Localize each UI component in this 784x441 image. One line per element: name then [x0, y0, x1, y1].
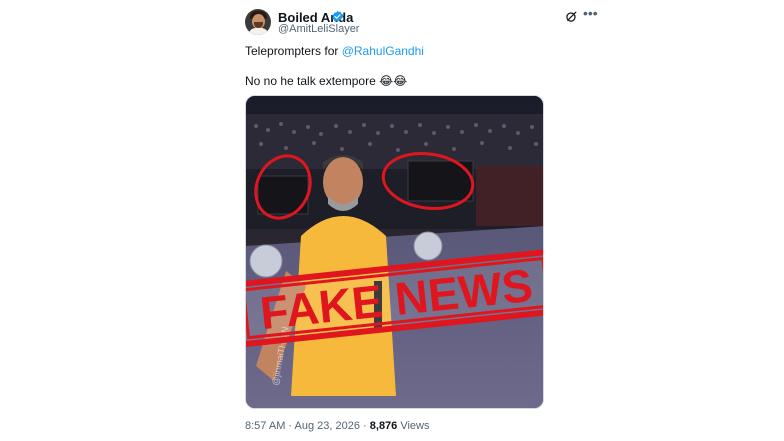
footer-separator: · [285, 420, 295, 432]
mention-link[interactable]: @RahulGandhi [342, 44, 424, 58]
views-count: 8,876 [369, 420, 398, 432]
tweet-footer: 8:57 AM · Aug 23, 2026 · 8,876 Views [245, 420, 430, 433]
views-label: Views [397, 420, 430, 432]
tweet-card: Boiled Anda @AmitLeliSlayer ••• Teleprom… [0, 0, 784, 441]
grok-icon[interactable] [565, 10, 578, 23]
verified-badge-icon [332, 10, 343, 23]
tweet-text-line-2: No no he talk extempore 😂😂 [245, 74, 408, 88]
author-handle[interactable]: @AmitLeliSlayer [278, 23, 359, 36]
tweet-date[interactable]: Aug 23, 2026 [295, 420, 360, 432]
media-illustration: @jinmaiTHAIN FAKE NEWS [246, 96, 543, 408]
tweet-time[interactable]: 8:57 AM [245, 420, 285, 432]
more-options-icon[interactable]: ••• [583, 6, 598, 22]
tweet-text-prefix: Teleprompters for [245, 44, 342, 58]
tweet-text-line-1: Teleprompters for @RahulGandhi [245, 44, 424, 58]
avatar[interactable] [245, 9, 271, 35]
footer-separator-2: · [359, 420, 370, 432]
tweet-media-image[interactable]: @jinmaiTHAIN FAKE NEWS [245, 95, 544, 409]
